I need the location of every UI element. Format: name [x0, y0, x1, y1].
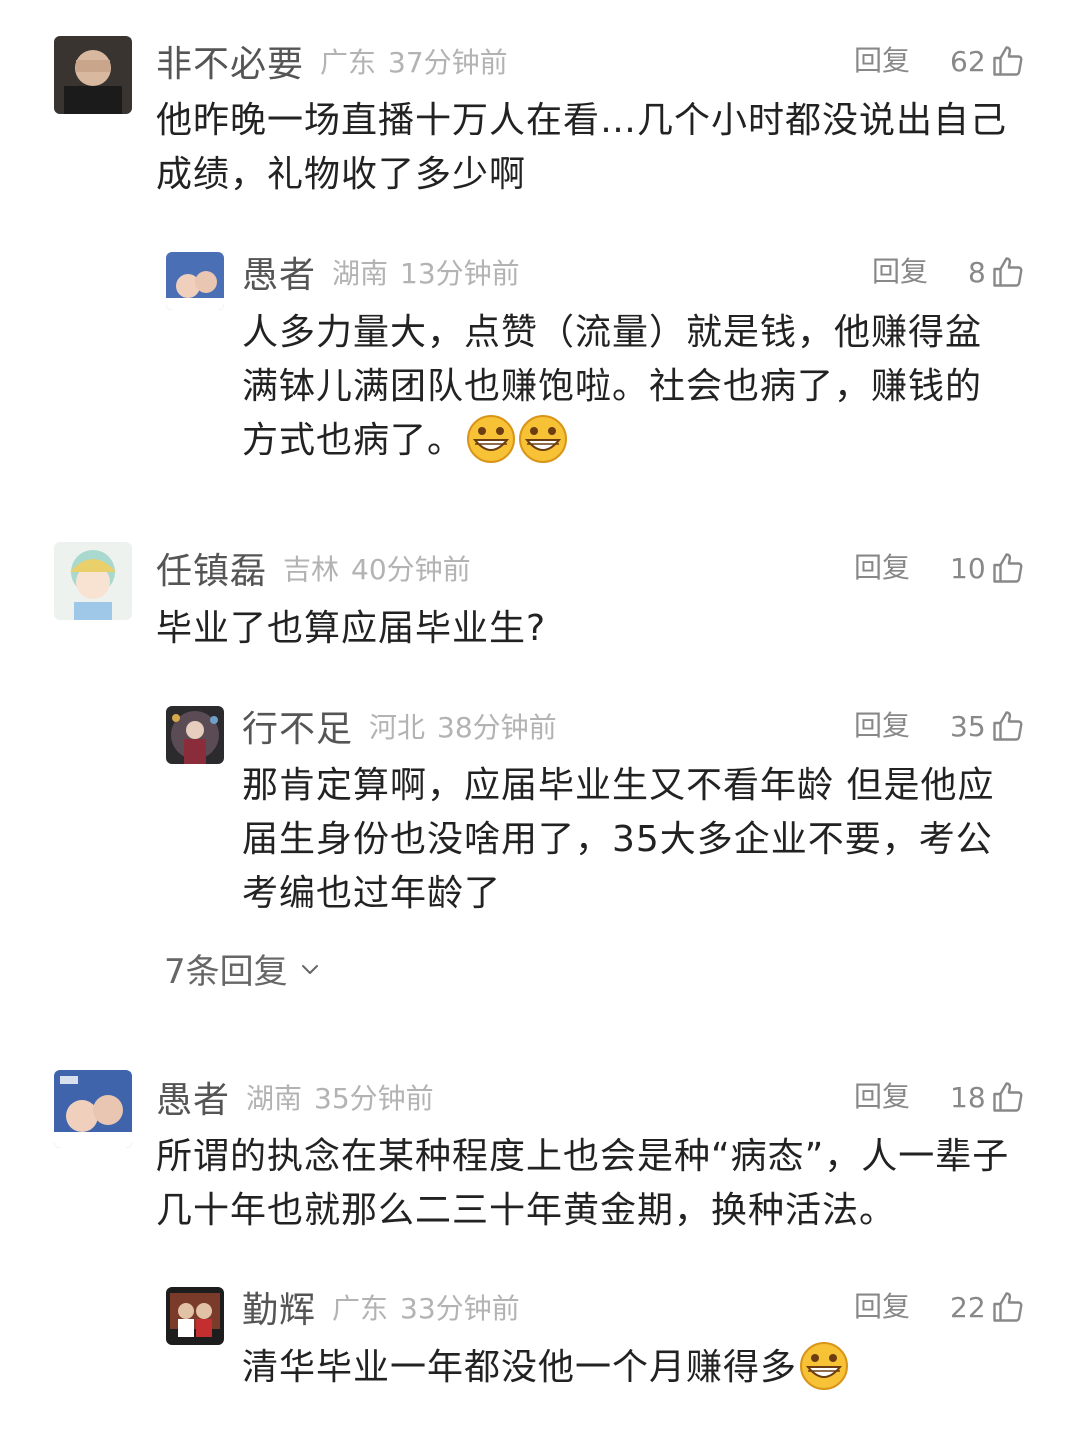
- username[interactable]: 愚者: [156, 1071, 230, 1123]
- comment-feed: 非不必要 广东 37分钟前 回复 62 他昨晚一场直播十万人在看…几个小时都没说…: [0, 0, 1080, 1434]
- avatar[interactable]: [54, 1070, 132, 1148]
- thumbs-up-icon: [993, 257, 1023, 287]
- like-button[interactable]: 18: [950, 1072, 1026, 1122]
- location: 河北: [369, 711, 426, 744]
- comment-line: 他昨晚一场直播十万人在看…几个小时都没说出自己: [156, 100, 1008, 141]
- reply-header: 勤辉 广东 33分钟前: [242, 1282, 520, 1332]
- comment-line: 方式也病了。: [242, 414, 1032, 468]
- like-count: 18: [950, 1080, 986, 1114]
- like-button[interactable]: 22: [950, 1282, 1026, 1332]
- timestamp: 13分钟前: [400, 257, 520, 290]
- username[interactable]: 任镇磊: [156, 542, 267, 594]
- location: 广东: [320, 46, 377, 79]
- comment-line: 满钵儿满团队也赚饱啦。社会也病了，赚钱的: [242, 366, 983, 407]
- comment-header: 任镇磊 吉林 40分钟前: [156, 543, 471, 593]
- timestamp: 37分钟前: [388, 46, 508, 79]
- like-count: 8: [968, 255, 986, 289]
- comment-line: 人多力量大，点赞（流量）就是钱，他赚得盆: [242, 312, 983, 353]
- reply-text: 那肯定算啊，应届毕业生又不看年龄 但是他应 届生身份也没啥用了，35大多企业不要…: [242, 759, 1042, 921]
- thumbs-up-icon: [992, 553, 1023, 583]
- comment-line: 那肯定算啊，应届毕业生又不看年龄 但是他应: [242, 765, 995, 806]
- like-button[interactable]: 62: [950, 36, 1026, 86]
- avatar[interactable]: [166, 1287, 224, 1345]
- comment-text: 所谓的执念在某种程度上也会是种“病态”，人一辈子 几十年也就那么二三十年黄金期，…: [156, 1130, 1056, 1238]
- avatar[interactable]: [54, 36, 132, 114]
- location: 湖南: [332, 257, 389, 290]
- grinning-face-icon: [467, 415, 516, 463]
- like-count: 62: [950, 44, 986, 78]
- comment-text: 毕业了也算应届毕业生?: [156, 602, 1036, 656]
- like-count: 22: [950, 1290, 986, 1324]
- comment-header: 愚者 湖南 35分钟前: [156, 1072, 434, 1122]
- comment-line: 几十年也就那么二三十年黄金期，换种活法。: [156, 1190, 897, 1231]
- thumbs-up-icon: [992, 46, 1023, 76]
- location: 湖南: [246, 1082, 303, 1115]
- comment-line: 所谓的执念在某种程度上也会是种“病态”，人一辈子: [156, 1136, 1010, 1177]
- like-count: 10: [950, 551, 986, 585]
- reply-button[interactable]: 回复: [854, 1282, 910, 1332]
- avatar[interactable]: [166, 252, 224, 310]
- like-button[interactable]: 10: [950, 543, 1026, 593]
- reply-header: 行不足 河北 38分钟前: [242, 701, 557, 751]
- comment-text: 他昨晚一场直播十万人在看…几个小时都没说出自己 成绩，礼物收了多少啊: [156, 94, 1036, 202]
- location: 广东: [332, 1292, 389, 1325]
- like-button[interactable]: 35: [950, 701, 1026, 751]
- comment-header: 非不必要 广东 37分钟前: [156, 36, 508, 86]
- thumbs-up-icon: [992, 1292, 1023, 1322]
- username[interactable]: 行不足: [242, 700, 353, 752]
- thumbs-up-icon: [992, 711, 1023, 741]
- reply-text: 人多力量大，点赞（流量）就是钱，他赚得盆 满钵儿满团队也赚饱啦。社会也病了，赚钱…: [242, 306, 1032, 468]
- timestamp: 40分钟前: [351, 553, 471, 586]
- thumbs-up-icon: [992, 1082, 1023, 1112]
- chevron-down-icon: [301, 964, 318, 974]
- comment-line: 考编也过年龄了: [242, 873, 502, 914]
- grinning-face-icon: [519, 415, 568, 463]
- reply-button[interactable]: 回复: [854, 701, 910, 751]
- like-button[interactable]: 8: [968, 247, 1026, 297]
- avatar[interactable]: [166, 706, 224, 764]
- comment-line: 毕业了也算应届毕业生?: [156, 608, 547, 649]
- reply-header: 愚者 湖南 13分钟前: [242, 247, 520, 297]
- reply-button[interactable]: 回复: [854, 36, 910, 86]
- reply-button[interactable]: 回复: [872, 247, 928, 297]
- comment-line: 清华毕业一年都没他一个月赚得多: [242, 1341, 1042, 1395]
- reply-button[interactable]: 回复: [854, 1072, 910, 1122]
- username[interactable]: 非不必要: [156, 35, 304, 87]
- reply-text: 清华毕业一年都没他一个月赚得多: [242, 1341, 1042, 1395]
- comment-line: 成绩，礼物收了多少啊: [156, 154, 527, 195]
- more-replies-label: 7条回复: [164, 952, 288, 992]
- grinning-face-icon: [800, 1342, 849, 1390]
- like-count: 35: [950, 709, 986, 743]
- avatar[interactable]: [54, 542, 132, 620]
- timestamp: 33分钟前: [400, 1292, 520, 1325]
- comment-line: 届生身份也没啥用了，35大多企业不要，考公: [242, 819, 993, 860]
- username[interactable]: 勤辉: [242, 1281, 316, 1333]
- timestamp: 38分钟前: [437, 711, 557, 744]
- location: 吉林: [283, 553, 340, 586]
- reply-button[interactable]: 回复: [854, 543, 910, 593]
- timestamp: 35分钟前: [314, 1082, 434, 1115]
- username[interactable]: 愚者: [242, 246, 316, 298]
- more-replies-button[interactable]: 7条回复: [164, 944, 322, 993]
